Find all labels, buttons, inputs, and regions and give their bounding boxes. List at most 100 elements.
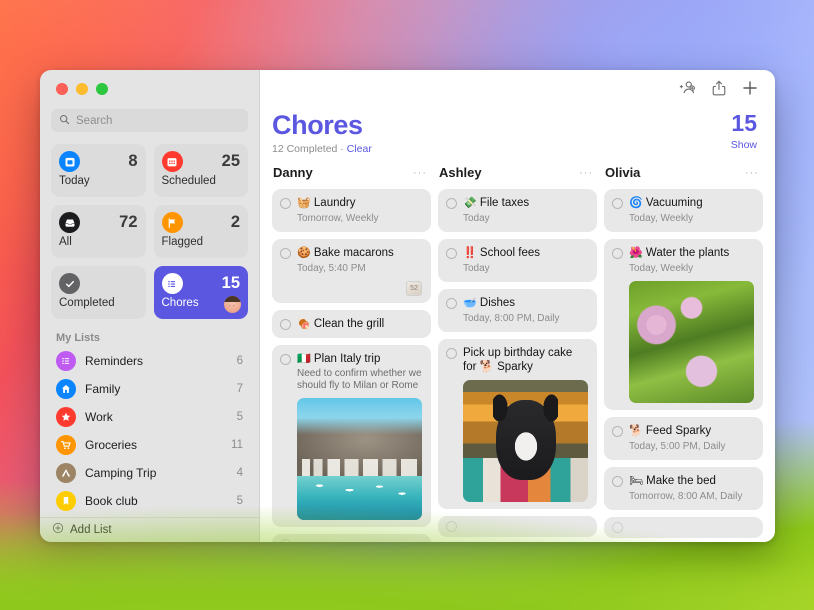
task-complete-toggle[interactable] (280, 248, 291, 259)
task-complete-toggle[interactable] (446, 521, 457, 532)
task-title-text: Plan Italy trip (314, 353, 380, 365)
task-complete-toggle[interactable] (612, 248, 623, 259)
new-task-row[interactable] (272, 534, 431, 542)
task-complete-toggle[interactable] (280, 539, 291, 542)
task-subtitle: Today (463, 212, 588, 225)
clear-button[interactable]: Clear (347, 143, 372, 155)
task-title: 🌀 Vacuuming (629, 196, 754, 210)
task-attachment-thumbnail[interactable]: 52 (406, 281, 422, 296)
task-complete-toggle[interactable] (280, 198, 291, 209)
task-complete-toggle[interactable] (612, 476, 623, 487)
smart-list-label: Flagged (162, 236, 241, 248)
plus-icon (742, 80, 758, 101)
smart-list-completed[interactable]: Completed (51, 266, 146, 319)
task-attachment-image[interactable] (297, 398, 422, 520)
sidebar-item-groceries[interactable]: Groceries 11 (50, 431, 249, 459)
task-complete-toggle[interactable] (280, 319, 291, 330)
list-label: Camping Trip (85, 466, 228, 480)
task-subtitle: Today, 5:40 PM (297, 262, 422, 275)
task-title-text: Pick up birthday cake for 🐕 Sparky (463, 347, 572, 373)
task-title-text: Vacuuming (646, 197, 703, 209)
main-content: Chores 12 Completed · Clear 15 Show Da (260, 70, 775, 542)
task-card[interactable]: 🧺 Laundry Tomorrow, Weekly (272, 189, 431, 232)
smart-list-all[interactable]: 72 All (51, 205, 146, 258)
desktop-wallpaper: Search 8 Today (0, 0, 814, 610)
person-badge-plus-icon (679, 80, 696, 100)
task-complete-toggle[interactable] (446, 298, 457, 309)
column-menu-button[interactable]: ··· (413, 170, 427, 176)
toolbar (260, 70, 775, 110)
task-attachment-image[interactable] (629, 281, 754, 403)
avatar: ·· (224, 296, 241, 313)
sidebar-item-work[interactable]: Work 5 (50, 403, 249, 431)
task-title-text: School fees (480, 247, 540, 259)
cart-icon (56, 435, 76, 455)
task-card[interactable]: 🐕 Feed Sparky Today, 5:00 PM, Daily (604, 417, 763, 460)
task-card[interactable]: 🛏 Make the bed Tomorrow, 8:00 AM, Daily (604, 467, 763, 510)
sidebar-item-reminders[interactable]: Reminders 6 (50, 347, 249, 375)
task-complete-toggle[interactable] (446, 198, 457, 209)
column-menu-button[interactable]: ··· (745, 170, 759, 176)
task-card[interactable]: 🍪 Bake macarons Today, 5:40 PM 52 (272, 239, 431, 303)
smart-list-count: 15 (222, 273, 240, 293)
new-task-row[interactable] (604, 517, 763, 538)
task-emoji: 🧺 (297, 197, 311, 209)
task-attachment-image[interactable] (463, 380, 588, 502)
task-card[interactable]: ‼️ School fees Today (438, 239, 597, 282)
plus-circle-icon (52, 521, 64, 539)
task-emoji: 🥣 (463, 297, 477, 309)
add-people-button[interactable] (679, 80, 696, 100)
search-container: Search (40, 95, 259, 132)
list-label: Reminders (85, 354, 228, 368)
task-complete-toggle[interactable] (612, 198, 623, 209)
task-complete-toggle[interactable] (612, 426, 623, 437)
task-card[interactable]: 💸 File taxes Today (438, 189, 597, 232)
completed-count-text: 12 Completed (272, 143, 337, 155)
minimize-button[interactable] (76, 83, 88, 95)
column-menu-button[interactable]: ··· (579, 170, 593, 176)
sidebar-item-family[interactable]: Family 7 (50, 375, 249, 403)
list-label: Groceries (85, 438, 222, 452)
smart-list-label: Completed (59, 297, 138, 309)
show-completed-button[interactable]: Show (731, 139, 757, 151)
smart-list-label: Scheduled (162, 175, 241, 187)
smart-list-scheduled[interactable]: 25 Scheduled (154, 144, 249, 197)
task-complete-toggle[interactable] (446, 348, 457, 359)
task-emoji: 🌀 (629, 197, 643, 209)
task-card[interactable]: 🌺 Water the plants Today, Weekly (604, 239, 763, 410)
column-title: Ashley (439, 165, 482, 180)
task-title: 💸 File taxes (463, 196, 588, 210)
task-card[interactable]: 🇮🇹 Plan Italy trip Need to confirm wheth… (272, 345, 431, 527)
smart-list-flagged[interactable]: 2 Flagged (154, 205, 249, 258)
sidebar: Search 8 Today (40, 70, 260, 542)
share-button[interactable] (712, 80, 726, 101)
column-header: Ashley ··· (438, 163, 597, 182)
close-button[interactable] (56, 83, 68, 95)
task-card[interactable]: 🍖 Clean the grill (272, 310, 431, 338)
task-title-text: Clean the grill (314, 318, 384, 330)
task-card[interactable]: 🥣 Dishes Today, 8:00 PM, Daily (438, 289, 597, 332)
task-note: Need to confirm whether we should fly to… (297, 368, 422, 392)
task-card[interactable]: Pick up birthday cake for 🐕 Sparky (438, 339, 597, 509)
list-label: Book club (85, 494, 228, 508)
task-complete-toggle[interactable] (446, 248, 457, 259)
smart-list-today[interactable]: 8 Today (51, 144, 146, 197)
bookmark-icon (56, 491, 76, 511)
task-card[interactable]: 🌀 Vacuuming Today, Weekly (604, 189, 763, 232)
task-title: 🇮🇹 Plan Italy trip (297, 352, 422, 366)
task-complete-toggle[interactable] (280, 354, 291, 365)
add-list-button[interactable]: Add List (40, 517, 259, 542)
sidebar-item-book-club[interactable]: Book club 5 (50, 487, 249, 515)
smart-list-label: Today (59, 175, 138, 187)
new-task-row[interactable] (438, 516, 597, 537)
task-emoji: 🐕 (629, 425, 643, 437)
task-subtitle: Today, Weekly (629, 262, 754, 275)
sidebar-item-camping-trip[interactable]: Camping Trip 4 (50, 459, 249, 487)
task-complete-toggle[interactable] (612, 522, 623, 533)
task-emoji: 🛏 (629, 475, 643, 487)
smart-list-chores[interactable]: 15 Chores ·· (154, 266, 249, 319)
new-reminder-button[interactable] (742, 80, 758, 101)
task-title-text: Bake macarons (314, 247, 394, 259)
zoom-button[interactable] (96, 83, 108, 95)
search-input[interactable]: Search (51, 109, 248, 132)
